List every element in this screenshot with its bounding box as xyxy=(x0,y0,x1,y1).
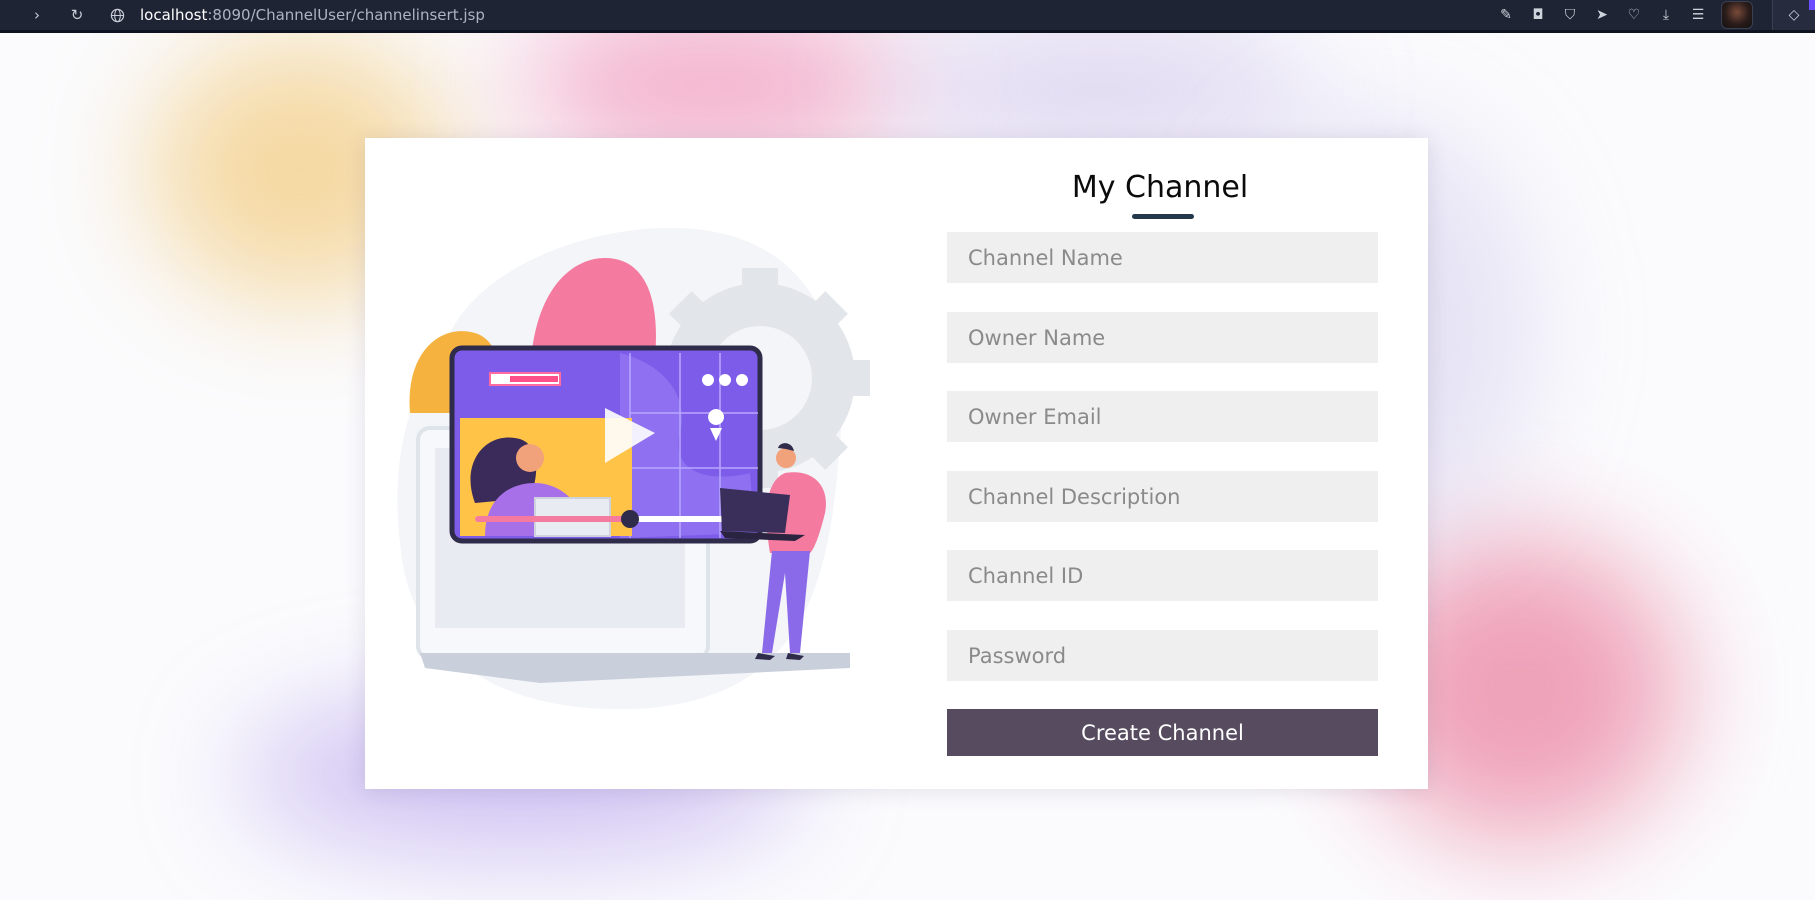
edit-icon[interactable]: ✎ xyxy=(1497,6,1515,24)
cube-icon: ◇ xyxy=(1788,7,1800,23)
owner-email-input[interactable] xyxy=(947,391,1378,442)
channel-description-input[interactable] xyxy=(947,471,1378,522)
video-streaming-illustration xyxy=(397,227,870,710)
accent-marker xyxy=(1809,0,1815,10)
chevron-right-icon[interactable]: › xyxy=(26,4,48,26)
password-input[interactable] xyxy=(947,630,1378,681)
title-underline xyxy=(1132,214,1194,219)
sliders-icon[interactable]: ☰ xyxy=(1689,6,1707,24)
shield-icon[interactable]: ⛉ xyxy=(1561,6,1579,24)
camera-icon[interactable]: ◘ xyxy=(1529,6,1547,24)
owner-name-input[interactable] xyxy=(947,312,1378,363)
send-icon[interactable]: ➤ xyxy=(1593,6,1611,24)
download-icon[interactable]: ⤓ xyxy=(1657,6,1675,24)
create-channel-button[interactable]: Create Channel xyxy=(947,709,1378,756)
profile-avatar[interactable] xyxy=(1721,1,1753,29)
reload-icon[interactable]: ↻ xyxy=(66,4,88,26)
extension-button[interactable]: ◇ xyxy=(1772,0,1815,30)
channel-name-input[interactable] xyxy=(947,232,1378,283)
channel-form-card: My Channel Create Channel xyxy=(365,138,1428,789)
url-path: :8090/ChannelUser/channelinsert.jsp xyxy=(207,6,485,24)
browser-toolbar: › ↻ localhost:8090/ChannelUser/channelin… xyxy=(0,0,1815,33)
channel-id-input[interactable] xyxy=(947,550,1378,601)
address-bar[interactable]: localhost:8090/ChannelUser/channelinsert… xyxy=(140,4,485,26)
url-host: localhost xyxy=(140,6,208,24)
globe-icon xyxy=(106,4,128,26)
page-title: My Channel xyxy=(1071,170,1249,205)
heart-icon[interactable]: ♡ xyxy=(1625,6,1643,24)
